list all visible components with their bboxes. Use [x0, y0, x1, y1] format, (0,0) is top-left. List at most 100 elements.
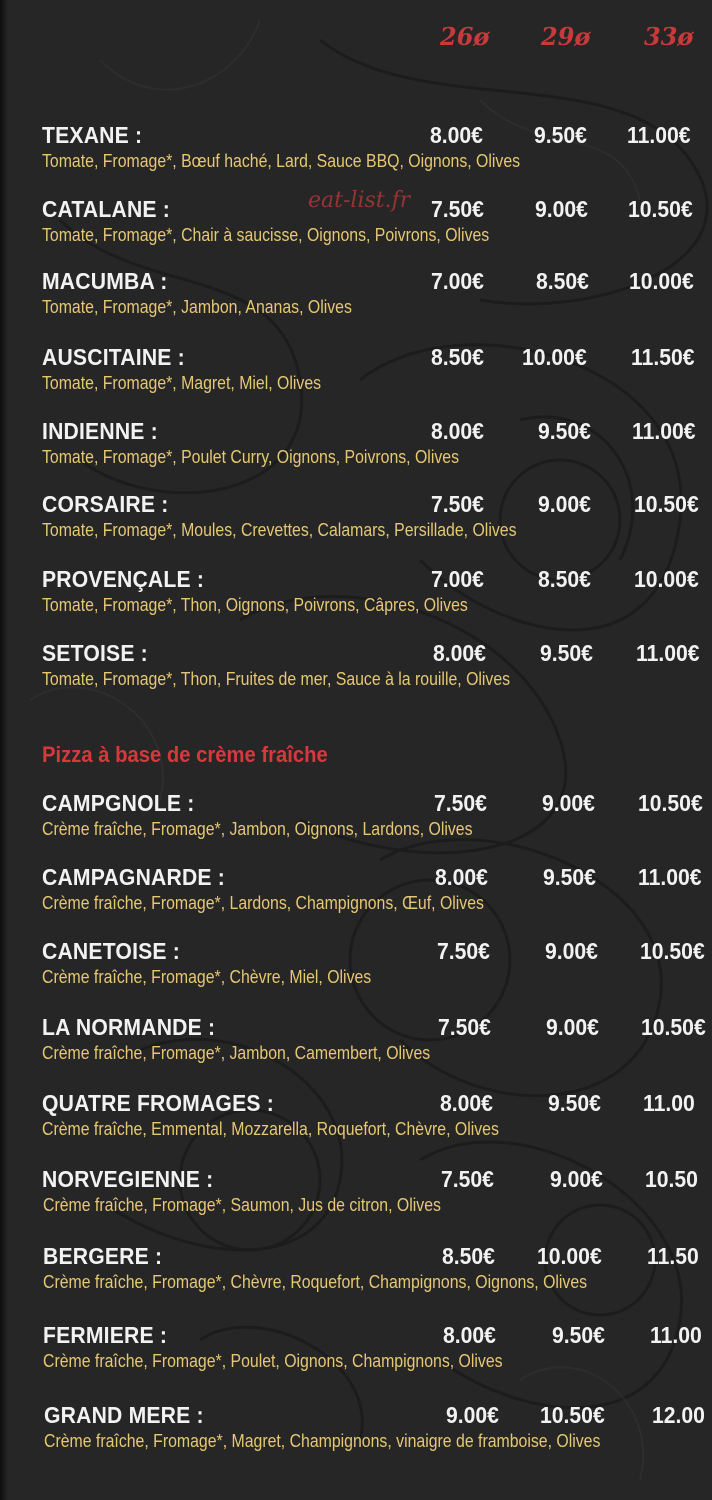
item-name: SETOISE :	[42, 640, 148, 666]
price-small: 8.50€	[431, 344, 484, 370]
price-small: 8.00€	[431, 418, 484, 444]
item-name: CAMPGNOLE :	[42, 790, 195, 816]
item-name: CAMPAGNARDE :	[42, 864, 226, 890]
item-description: Crème fraîche, Fromage*, Chèvre, Roquefo…	[43, 1272, 588, 1292]
price-small: 8.00€	[440, 1090, 493, 1116]
item-name: GRAND MERE :	[44, 1402, 204, 1428]
item-name: CORSAIRE :	[42, 491, 169, 517]
price-large: 10.50€	[634, 491, 699, 517]
price-small: 7.50€	[441, 1166, 494, 1192]
price-small: 8.50€	[442, 1243, 495, 1269]
item-name: CATALANE :	[42, 196, 170, 222]
menu-item: LA NORMANDE : 7.50€ 9.00€ 10.50€ Crème f…	[0, 1010, 712, 1070]
price-medium: 9.50€	[548, 1090, 601, 1116]
price-small: 8.00€	[435, 864, 488, 890]
menu-item: INDIENNE : 8.00€ 9.50€ 11.00€ Tomate, Fr…	[0, 414, 712, 474]
item-description: Tomate, Fromage*, Poulet Curry, Oignons,…	[42, 447, 459, 467]
price-large: 11.00€	[638, 864, 702, 890]
price-medium: 9.50€	[552, 1322, 605, 1348]
price-large: 10.50€	[638, 790, 703, 816]
item-description: Crème fraîche, Fromage*, Saumon, Jus de …	[43, 1195, 441, 1215]
price-large: 11.00€	[636, 640, 700, 666]
item-name: BERGERE :	[43, 1243, 163, 1269]
item-description: Tomate, Fromage*, Thon, Fruites de mer, …	[42, 669, 511, 689]
menu-item: BERGERE : 8.50€ 10.00€ 11.50 Crème fraîc…	[0, 1239, 712, 1299]
price-small: 7.00€	[431, 566, 484, 592]
price-medium: 9.00€	[546, 1014, 599, 1040]
item-name: QUATRE FROMAGES :	[42, 1090, 274, 1116]
item-description: Tomate, Fromage*, Bœuf haché, Lard, Sauc…	[42, 151, 521, 171]
price-medium: 9.00€	[550, 1166, 603, 1192]
price-small: 7.50€	[431, 196, 484, 222]
price-medium: 10.00€	[537, 1243, 602, 1269]
price-medium: 9.00€	[535, 196, 588, 222]
item-description: Crème fraîche, Fromage*, Jambon, Oignons…	[42, 819, 473, 839]
price-large: 10.50€	[641, 1014, 706, 1040]
price-small: 9.00€	[446, 1402, 499, 1428]
price-small: 7.50€	[437, 938, 490, 964]
price-medium: 9.00€	[545, 938, 598, 964]
price-medium: 9.00€	[542, 790, 595, 816]
price-large: 10.00€	[629, 268, 694, 294]
price-large: 11.00€	[627, 122, 691, 148]
menu-item: CAMPAGNARDE : 8.00€ 9.50€ 11.00€ Crème f…	[0, 860, 712, 920]
size-header-29: 29ø	[541, 22, 591, 51]
price-small: 7.00€	[431, 268, 484, 294]
item-description: Crème fraîche, Fromage*, Jambon, Camembe…	[42, 1043, 431, 1063]
item-description: Tomate, Fromage*, Thon, Oignons, Poivron…	[42, 595, 468, 615]
item-description: Crème fraîche, Fromage*, Poulet, Oignons…	[43, 1351, 503, 1371]
item-name: FERMIERE :	[43, 1322, 168, 1348]
menu-item: QUATRE FROMAGES : 8.00€ 9.50€ 11.00 Crèm…	[0, 1086, 712, 1146]
price-medium: 9.50€	[538, 418, 591, 444]
size-header-26: 26ø	[440, 22, 490, 51]
price-large: 10.00€	[634, 566, 699, 592]
price-medium: 9.50€	[543, 864, 596, 890]
price-medium: 8.50€	[536, 268, 589, 294]
item-name: CANETOISE :	[42, 938, 181, 964]
item-description: Crème fraîche, Fromage*, Lardons, Champi…	[42, 893, 484, 913]
menu-item: NORVEGIENNE : 7.50€ 9.00€ 10.50 Crème fr…	[0, 1162, 712, 1222]
item-name: INDIENNE :	[42, 418, 158, 444]
item-name: PROVENÇALE :	[42, 566, 205, 592]
item-description: Tomate, Fromage*, Magret, Miel, Olives	[42, 373, 322, 393]
menu-item: GRAND MERE : 9.00€ 10.50€ 12.00 Crème fr…	[0, 1398, 712, 1458]
item-description: Crème fraîche, Fromage*, Chèvre, Miel, O…	[42, 967, 372, 987]
item-description: Tomate, Fromage*, Moules, Crevettes, Cal…	[42, 520, 517, 540]
price-large: 12.00	[652, 1402, 705, 1428]
price-medium: 9.50€	[540, 640, 593, 666]
price-large: 11.00	[643, 1090, 695, 1116]
item-name: MACUMBA :	[42, 268, 168, 294]
menu-item: FERMIERE : 8.00€ 9.50€ 11.00 Crème fraîc…	[0, 1318, 712, 1378]
item-description: Tomate, Fromage*, Jambon, Ananas, Olives	[42, 297, 352, 317]
price-large: 10.50	[645, 1166, 698, 1192]
price-small: 7.50€	[438, 1014, 491, 1040]
price-small: 7.50€	[431, 491, 484, 517]
menu-item: CORSAIRE : 7.50€ 9.00€ 10.50€ Tomate, Fr…	[0, 487, 712, 547]
price-medium: 9.50€	[534, 122, 587, 148]
menu-item: CANETOISE : 7.50€ 9.00€ 10.50€ Crème fra…	[0, 934, 712, 994]
price-small: 8.00€	[430, 122, 483, 148]
price-small: 8.00€	[433, 640, 486, 666]
menu-item: AUSCITAINE : 8.50€ 10.00€ 11.50€ Tomate,…	[0, 340, 712, 400]
menu-item: SETOISE : 8.00€ 9.50€ 11.00€ Tomate, Fro…	[0, 636, 712, 696]
price-small: 8.00€	[443, 1322, 496, 1348]
section-title-creme-fraiche: Pizza à base de crème fraîche	[42, 742, 328, 767]
menu-item: TEXANE : 8.00€ 9.50€ 11.00€ Tomate, From…	[0, 118, 712, 178]
item-name: NORVEGIENNE :	[42, 1166, 214, 1192]
price-medium: 8.50€	[538, 566, 591, 592]
price-medium: 10.50€	[540, 1402, 605, 1428]
price-large: 10.50€	[628, 196, 693, 222]
item-description: Tomate, Fromage*, Chair à saucisse, Oign…	[42, 225, 490, 245]
menu-item: CAMPGNOLE : 7.50€ 9.00€ 10.50€ Crème fra…	[0, 786, 712, 846]
size-header-33: 33ø	[644, 22, 694, 51]
item-description: Crème fraîche, Emmental, Mozzarella, Roq…	[42, 1119, 499, 1139]
menu-item: PROVENÇALE : 7.00€ 8.50€ 10.00€ Tomate, …	[0, 562, 712, 622]
price-large: 11.50€	[631, 344, 695, 370]
price-large: 11.00	[650, 1322, 702, 1348]
item-name: AUSCITAINE :	[42, 344, 185, 370]
item-name: LA NORMANDE :	[42, 1014, 216, 1040]
price-medium: 9.00€	[538, 491, 591, 517]
item-name: TEXANE :	[42, 122, 143, 148]
price-medium: 10.00€	[522, 344, 587, 370]
price-large: 11.50	[647, 1243, 699, 1269]
